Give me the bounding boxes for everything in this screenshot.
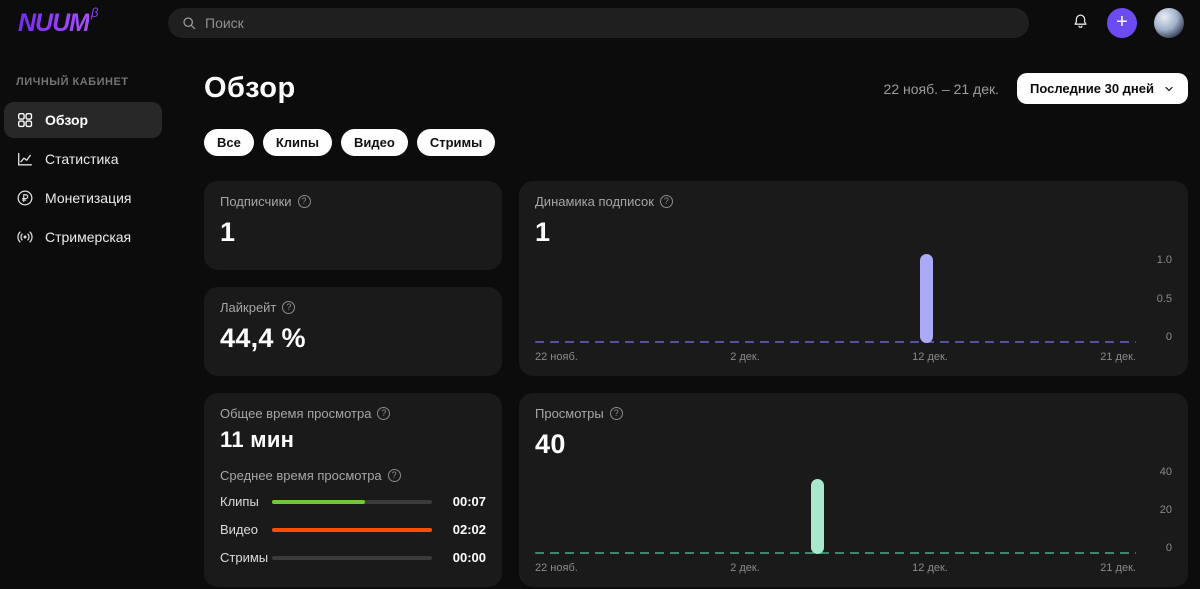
chevron-down-icon <box>1163 83 1175 95</box>
views-value: 40 <box>535 429 566 459</box>
watch-time-value: 11 мин <box>220 427 295 452</box>
ruble-coin-icon <box>16 189 34 207</box>
sidebar-item-label: Монетизация <box>45 190 132 206</box>
card-watch-time: Общее время просмотра ? 11 мин Среднее в… <box>204 393 502 587</box>
filter-streams[interactable]: Стримы <box>416 129 496 156</box>
content-type-filters: Все Клипы Видео Стримы <box>204 129 1188 156</box>
chart-baseline <box>535 552 1136 554</box>
card-likerate: Лайкрейт ? 44,4 % <box>204 287 502 376</box>
progress-fill <box>272 499 365 504</box>
notifications-button[interactable] <box>1071 12 1090 34</box>
card-title: Просмотры <box>535 406 604 421</box>
info-icon[interactable]: ? <box>387 469 401 482</box>
search-icon <box>181 15 197 31</box>
card-title: Динамика подписок <box>535 194 654 209</box>
watch-time-row-streams: Стримы 00:00 <box>220 550 486 565</box>
date-range-label: 22 нояб. – 21 дек. <box>883 80 999 97</box>
line-chart-icon <box>16 150 34 168</box>
watch-time-row-videos: Видео 02:02 <box>220 522 486 537</box>
progress-fill <box>272 527 432 532</box>
dynamics-value: 1 <box>535 217 551 247</box>
info-icon[interactable]: ? <box>609 407 623 420</box>
chart-baseline <box>535 341 1136 343</box>
period-dropdown[interactable]: Последние 30 дней <box>1017 73 1188 104</box>
search-input[interactable] <box>205 15 1016 31</box>
views-chart: 40 20 0 22 нояб. 2 дек. 12 дек. 21 дек. <box>535 466 1172 574</box>
beta-icon: β <box>91 4 99 20</box>
card-title: Подписчики <box>220 194 292 209</box>
sidebar-item-streamer[interactable]: Стримерская <box>4 219 162 255</box>
broadcast-icon <box>16 228 34 246</box>
page-title: Обзор <box>204 72 296 104</box>
sidebar-section-label: ЛИЧНЫЙ КАБИНЕТ <box>16 76 129 88</box>
progress-track <box>272 555 432 560</box>
logo[interactable]: NUUM β <box>18 5 168 38</box>
user-avatar[interactable] <box>1154 8 1184 38</box>
logo-text[interactable]: NUUM <box>18 9 90 38</box>
sidebar-item-label: Обзор <box>45 112 89 128</box>
card-subscribers: Подписчики ? 1 <box>204 181 502 270</box>
main-content: Обзор 22 нояб. – 21 дек. Последние 30 дн… <box>204 46 1200 589</box>
sidebar-item-overview[interactable]: Обзор <box>4 102 162 138</box>
subscriber-dynamics-chart: 1.0 0.5 0 22 нояб. 2 дек. 12 дек. 21 дек… <box>535 254 1172 363</box>
plus-icon: + <box>1116 11 1128 33</box>
sidebar-item-label: Статистика <box>45 151 119 167</box>
avg-watch-time-rows: Клипы 00:07 Видео 02:02 Стримы 00:00 <box>220 494 486 565</box>
create-button[interactable]: + <box>1107 8 1137 38</box>
main-header: Обзор 22 нояб. – 21 дек. Последние 30 дн… <box>204 72 1188 105</box>
sidebar: ЛИЧНЫЙ КАБИНЕТ Обзор Статистика Монетиза… <box>0 46 204 589</box>
page-layout: ЛИЧНЫЙ КАБИНЕТ Обзор Статистика Монетиза… <box>0 46 1200 589</box>
watch-time-row-clips: Клипы 00:07 <box>220 494 486 509</box>
sidebar-item-monetization[interactable]: Монетизация <box>4 180 162 216</box>
progress-track <box>272 527 432 532</box>
card-title: Лайкрейт <box>220 300 277 315</box>
likerate-value: 44,4 % <box>220 323 306 353</box>
topbar: NUUM β + <box>0 0 1200 46</box>
info-icon[interactable]: ? <box>282 301 296 314</box>
grid-icon <box>16 111 34 129</box>
info-icon[interactable]: ? <box>659 195 673 208</box>
card-subscriber-dynamics: Динамика подписок ? 1 1.0 0.5 0 22 нояб.… <box>519 181 1188 376</box>
filter-videos[interactable]: Видео <box>341 129 408 156</box>
progress-track <box>272 499 432 504</box>
topbar-actions: + <box>1071 8 1184 38</box>
filter-all[interactable]: Все <box>204 129 254 156</box>
sidebar-item-statistics[interactable]: Статистика <box>4 141 162 177</box>
info-icon[interactable]: ? <box>297 195 311 208</box>
header-controls: 22 нояб. – 21 дек. Последние 30 дней <box>884 73 1188 104</box>
sidebar-item-label: Стримерская <box>45 229 132 245</box>
chart-bar <box>811 479 825 554</box>
x-axis-labels: 22 нояб. 2 дек. 12 дек. 21 дек. <box>535 351 1136 363</box>
filter-clips[interactable]: Клипы <box>262 129 332 156</box>
card-views: Просмотры ? 40 40 20 0 22 нояб. 2 дек. 1… <box>519 393 1188 587</box>
chart-bar <box>919 254 933 343</box>
card-title: Общее время просмотра <box>220 406 372 421</box>
bell-icon <box>1071 12 1090 34</box>
search-bar[interactable] <box>168 8 1029 38</box>
y-axis-ticks: 40 20 0 <box>1159 466 1172 554</box>
period-dropdown-value: Последние 30 дней <box>1030 81 1154 96</box>
y-axis-ticks: 1.0 0.5 0 <box>1156 254 1172 343</box>
cards-grid: Подписчики ? 1 Динамика подписок ? 1 1.0… <box>204 181 1188 587</box>
avg-watch-time-title: Среднее время просмотра <box>220 468 382 483</box>
subscribers-value: 1 <box>220 217 236 247</box>
x-axis-labels: 22 нояб. 2 дек. 12 дек. 21 дек. <box>535 562 1136 574</box>
info-icon[interactable]: ? <box>377 407 391 420</box>
